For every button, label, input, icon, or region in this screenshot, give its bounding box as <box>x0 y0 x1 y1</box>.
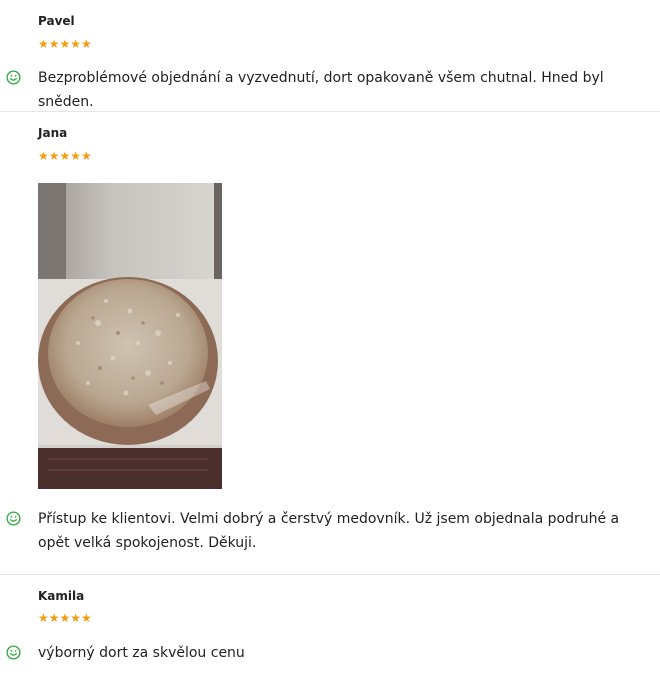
smiley-icon <box>6 645 21 660</box>
reviewer-name: Jana <box>38 126 68 140</box>
smiley-icon <box>6 511 21 526</box>
reviewer-name: Kamila <box>38 589 85 603</box>
review-text: Přístup ke klientovi. Velmi dobrý a čers… <box>38 511 620 551</box>
review-photo[interactable] <box>38 183 222 489</box>
review-item: Kamila ★★★★★ výborný dort za skvělou cen… <box>0 575 660 681</box>
reviewer-name: Pavel <box>38 14 75 28</box>
star-rating: ★★★★★ <box>38 149 92 163</box>
review-item: Pavel ★★★★★ Bezproblémové objednání a vy… <box>0 0 660 112</box>
review-text: výborný dort za skvělou cenu <box>38 645 245 661</box>
star-rating: ★★★★★ <box>38 611 92 625</box>
review-text: Bezproblémové objednání a vyzvednutí, do… <box>38 70 604 110</box>
star-rating: ★★★★★ <box>38 37 92 51</box>
review-item: Jana ★★★★★ Přístup ke klientovi. Velmi d… <box>0 112 660 575</box>
smiley-icon <box>6 70 21 85</box>
